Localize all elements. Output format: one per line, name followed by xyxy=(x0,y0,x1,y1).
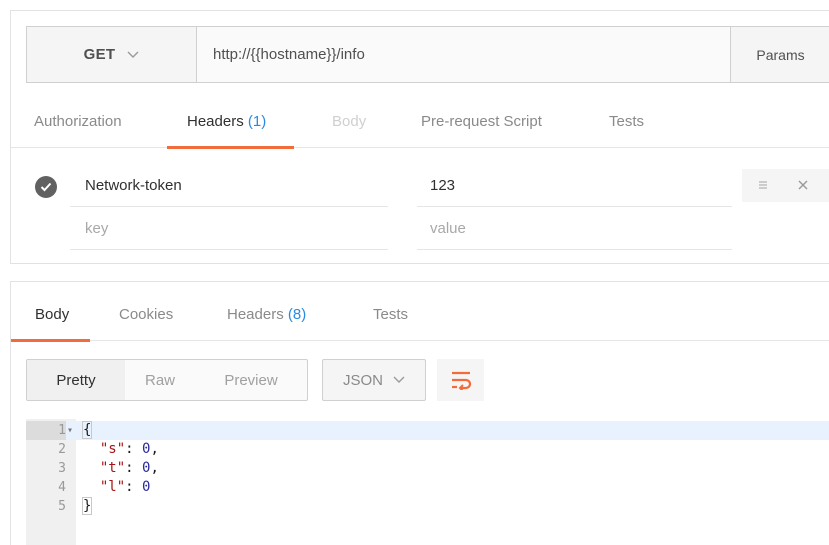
request-panel: GET Params Authorization Headers (1) Bod… xyxy=(10,10,829,264)
header-value-field[interactable]: 123 xyxy=(417,164,732,207)
text-caret xyxy=(91,421,93,436)
tab-headers[interactable]: Headers (1) xyxy=(166,96,295,149)
url-input[interactable] xyxy=(197,27,730,82)
line-number: 3 xyxy=(58,461,66,476)
menu-icon[interactable] xyxy=(757,179,769,191)
json-key: "s" xyxy=(99,441,126,457)
code-line: 5 } xyxy=(26,497,829,516)
tab-body[interactable]: Body xyxy=(332,96,366,148)
tab-label: Body xyxy=(35,306,70,323)
tab-label: Headers xyxy=(187,113,244,130)
response-code-editor[interactable]: 1 ▾ { 2 "s": 0, 3 "t": 0, 4 "l": 0 5 } xyxy=(26,419,829,545)
tab-response-headers[interactable]: Headers (8) xyxy=(227,282,306,341)
url-bar: GET Params xyxy=(26,26,829,83)
wrap-lines-button[interactable] xyxy=(437,359,484,401)
tab-count-badge: (1) xyxy=(247,113,267,130)
tab-count-badge: (8) xyxy=(287,306,307,323)
tab-pre-request-script[interactable]: Pre-request Script xyxy=(421,96,542,148)
code-line: 2 "s": 0, xyxy=(26,440,829,459)
code-line: 3 "t": 0, xyxy=(26,459,829,478)
check-icon xyxy=(40,182,52,192)
tab-label: Body xyxy=(332,113,367,130)
tab-label: Cookies xyxy=(119,306,174,323)
code-line: 1 ▾ { xyxy=(26,421,829,440)
tab-label: Pre-request Script xyxy=(421,113,542,130)
open-brace: { xyxy=(81,421,93,439)
view-pretty-button[interactable]: Pretty xyxy=(27,360,125,400)
value-placeholder[interactable]: value xyxy=(417,207,732,250)
tab-label: Headers xyxy=(227,306,284,323)
tab-response-body[interactable]: Body xyxy=(10,282,91,342)
format-label: JSON xyxy=(342,371,383,389)
header-row: Network-token 123 xyxy=(11,164,829,207)
line-number: 4 xyxy=(58,480,66,495)
line-number: 5 xyxy=(58,499,66,514)
json-key: "t" xyxy=(99,460,126,476)
params-label: Params xyxy=(756,46,805,63)
tab-label: Authorization xyxy=(34,113,122,130)
close-brace: } xyxy=(81,497,93,515)
view-mode-group: Pretty Raw Preview xyxy=(26,359,308,401)
request-tabs: Authorization Headers (1) Body Pre-reque… xyxy=(11,96,829,149)
tab-tests[interactable]: Tests xyxy=(609,96,644,148)
response-panel: Body Cookies Headers (8) Tests Pretty Ra… xyxy=(10,281,829,545)
chevron-down-icon xyxy=(393,376,405,383)
tab-label: Tests xyxy=(373,306,409,323)
params-button[interactable]: Params xyxy=(730,27,829,82)
header-key-field[interactable]: Network-token xyxy=(70,164,388,207)
json-separator: , xyxy=(150,460,159,476)
method-select[interactable]: GET xyxy=(27,27,197,82)
view-raw-button[interactable]: Raw xyxy=(125,360,195,400)
tab-cookies[interactable]: Cookies xyxy=(119,282,173,341)
view-preview-button[interactable]: Preview xyxy=(195,360,307,400)
close-icon[interactable] xyxy=(797,179,809,191)
line-number: 2 xyxy=(58,442,66,457)
chevron-down-icon xyxy=(127,51,139,58)
json-key: "l" xyxy=(99,479,126,495)
header-enabled-checkbox[interactable] xyxy=(35,176,57,198)
tab-authorization[interactable]: Authorization xyxy=(34,96,122,148)
wrap-lines-icon xyxy=(451,371,471,390)
line-number: 1 xyxy=(26,421,66,440)
fold-arrow-icon[interactable]: ▾ xyxy=(67,421,77,440)
json-separator: , xyxy=(150,441,159,457)
tab-response-tests[interactable]: Tests xyxy=(373,282,408,341)
row-actions xyxy=(742,169,829,202)
format-select[interactable]: JSON xyxy=(322,359,426,401)
code-line: 4 "l": 0 xyxy=(26,478,829,497)
json-value: 0 xyxy=(142,479,151,495)
key-placeholder[interactable]: key xyxy=(70,207,388,250)
response-tabs: Body Cookies Headers (8) Tests xyxy=(10,282,829,342)
header-row-new: key value xyxy=(11,207,829,250)
tab-label: Tests xyxy=(609,113,645,130)
method-label: GET xyxy=(83,46,116,63)
